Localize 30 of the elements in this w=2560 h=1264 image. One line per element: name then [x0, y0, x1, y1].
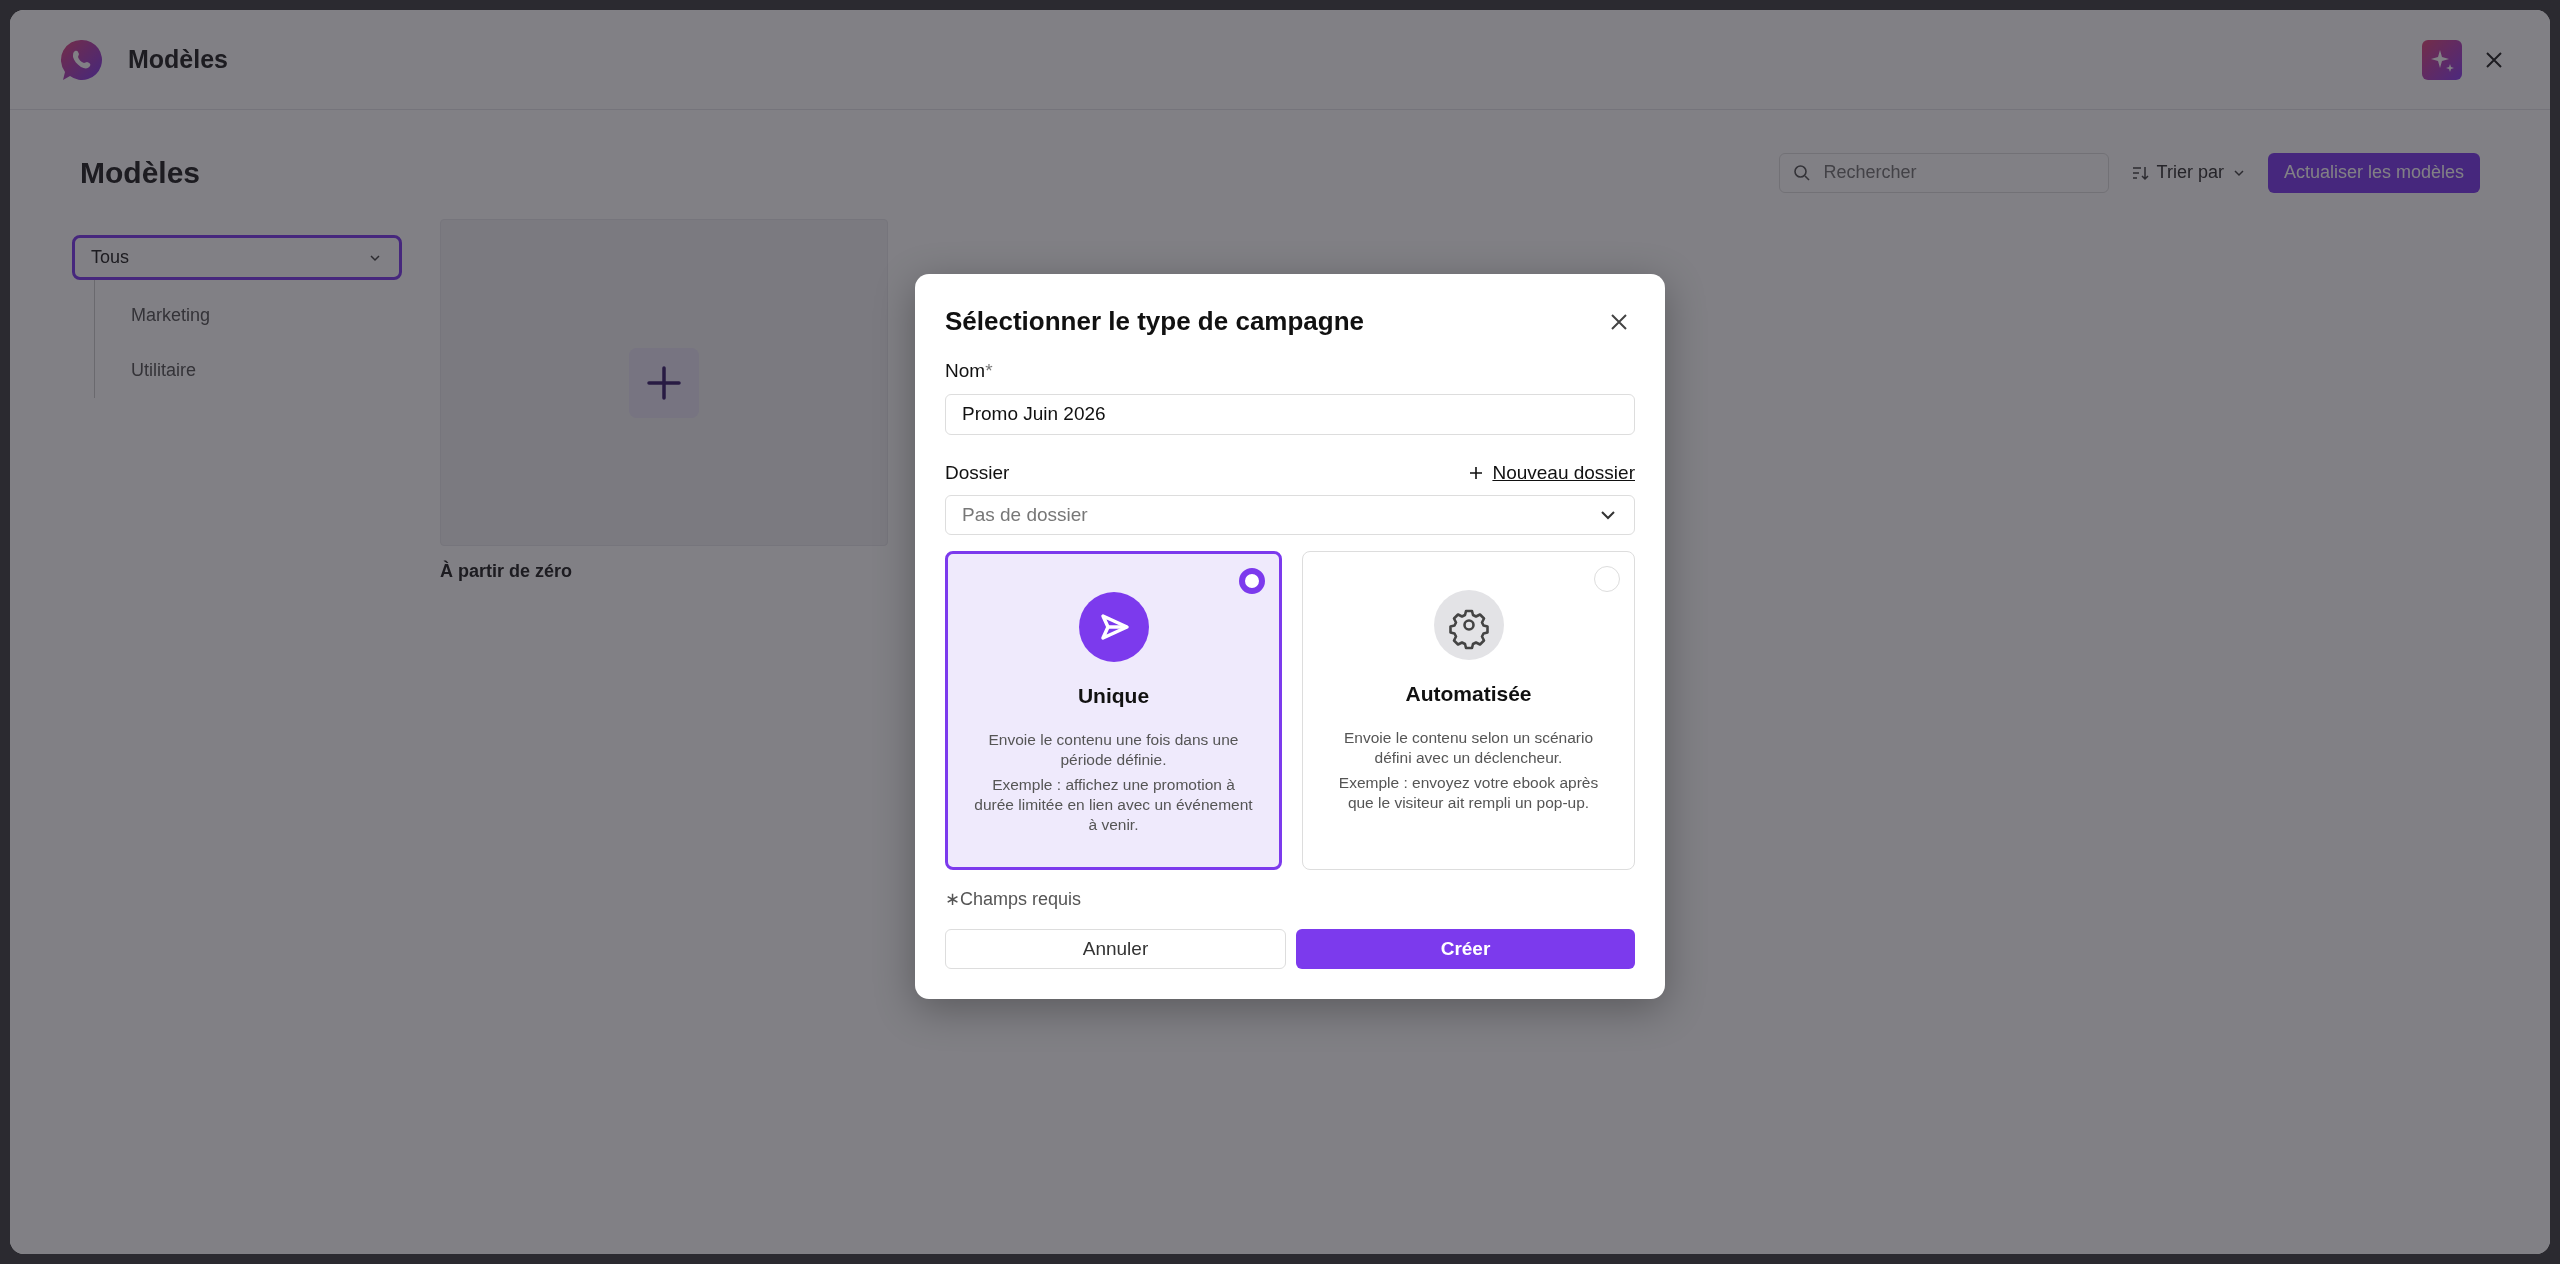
option-example: Exemple : envoyez votre ebook après que le visiteur ait rempli un pop-up. — [1337, 772, 1600, 813]
option-example: Exemple : affichez une promotion à durée limitée en lien avec un événement à venir. — [973, 774, 1254, 836]
field-label: Nom* — [945, 360, 993, 381]
option-description: Envoie le contenu une fois dans une période définie. — [987, 729, 1240, 770]
campaign-type-option[interactable]: Unique Envoie le contenu une fois dans une période définie. Exemple : affichez une promotion à durée limitée en lien avec un événement à venir. — [945, 551, 1282, 870]
sort-dropdown[interactable]: Trier par — [2124, 158, 2252, 187]
option-title: Unique — [1076, 683, 1151, 709]
template-label: À partir de zéro — [440, 559, 574, 583]
category-select[interactable]: Tous — [72, 235, 402, 280]
window-title: Modèles — [128, 43, 229, 75]
create-button[interactable]: Créer — [1296, 929, 1635, 969]
campaign-type-option[interactable]: Automatisée Envoie le contenu selon un scénario défini avec un déclencheur. Exemple : envoyez votre ebook après que le visiteur ait rempli un pop-up. — [1302, 551, 1635, 870]
tree-item[interactable]: Marketing — [131, 305, 211, 325]
field-label: Dossier — [945, 460, 1010, 485]
cancel-button[interactable]: Annuler — [945, 929, 1286, 969]
refresh-templates-button[interactable]: Actualiser les modèles — [2267, 152, 2480, 193]
search-field[interactable]: Rechercher — [1778, 152, 2109, 193]
option-title: Automatisée — [1404, 681, 1533, 707]
tree-item[interactable]: Utilitaire — [131, 360, 196, 380]
plus-icon — [1468, 464, 1485, 481]
required-note: ∗Champs requis — [945, 889, 1082, 909]
sparkle-icon[interactable] — [2422, 39, 2462, 80]
dialog-title: Sélectionner le type de campagne — [945, 305, 1365, 338]
option-description: Envoie le contenu selon un scénario défini avec un déclencheur. — [1343, 727, 1594, 768]
page-heading: Modèles — [80, 155, 201, 191]
radio-button[interactable] — [1239, 568, 1265, 594]
new-folder-link[interactable]: Nouveau dossier — [1468, 458, 1635, 487]
name-input[interactable]: Promo Juin 2026 — [945, 393, 1635, 435]
folder-select[interactable]: Pas de dossier — [945, 495, 1635, 535]
chat-phone-logo-icon — [60, 37, 104, 82]
